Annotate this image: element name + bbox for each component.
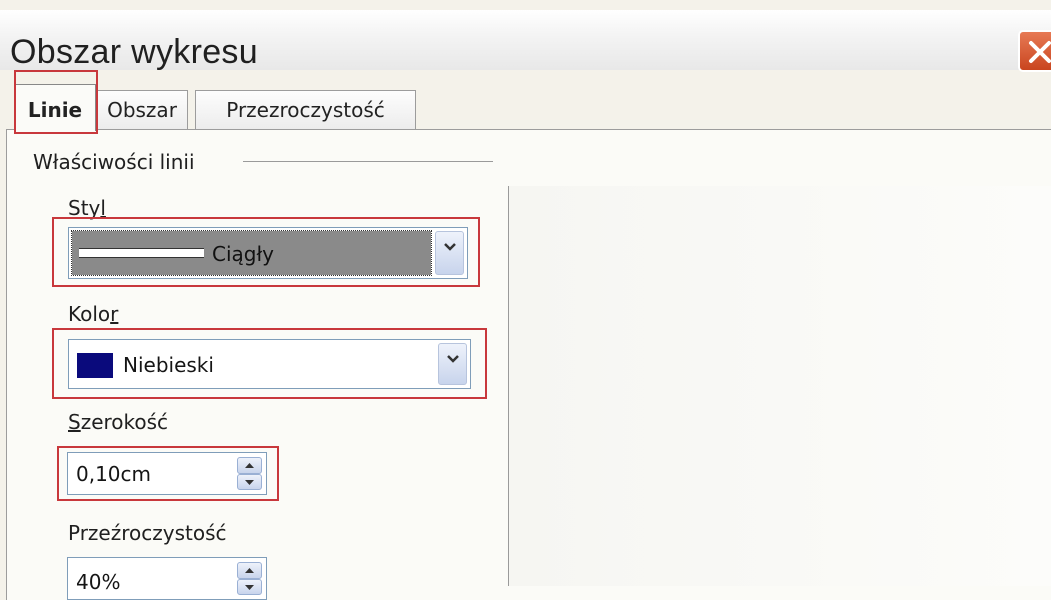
style-dropdown[interactable]: Ciągły <box>68 227 468 279</box>
width-spin-buttons <box>237 457 262 490</box>
tab-przezroczystosc[interactable]: Przezroczystość <box>195 90 416 130</box>
arrow-up-icon <box>245 463 254 468</box>
arrow-up-icon <box>245 568 254 573</box>
tab-przezroczystosc-label: Przezroczystość <box>226 98 385 122</box>
tab-bar: Linie Obszar Przezroczystość <box>0 80 1051 131</box>
color-swatch <box>77 353 113 378</box>
transparency-label: Przeźroczystość <box>68 521 227 545</box>
width-label-mnemonic: S <box>68 410 81 434</box>
style-value: Ciągły <box>212 242 274 266</box>
transparency-spinbox[interactable]: 40% <box>67 557 267 600</box>
color-label-mnemonic: r <box>110 302 119 326</box>
title-bar: Obszar wykresu <box>0 10 1051 72</box>
close-button[interactable] <box>1018 30 1051 72</box>
width-decrement-button[interactable] <box>237 473 262 490</box>
arrow-down-icon <box>245 479 254 485</box>
close-icon <box>1029 41 1051 63</box>
color-dropdown[interactable]: Niebieski <box>68 339 471 389</box>
group-divider <box>243 161 493 162</box>
line-style-preview <box>79 248 204 258</box>
transparency-increment-button[interactable] <box>237 562 262 579</box>
preview-area <box>508 186 1051 586</box>
transparency-value: 40% <box>76 570 121 594</box>
width-value: 0,10cm <box>76 462 152 486</box>
transparency-decrement-button[interactable] <box>237 578 262 595</box>
width-label: Szerokość <box>68 408 168 436</box>
style-dropdown-arrow[interactable] <box>435 231 464 275</box>
width-increment-button[interactable] <box>237 457 262 474</box>
chevron-down-icon <box>444 243 456 251</box>
color-label-text: Kolo <box>68 302 111 326</box>
width-spinbox[interactable]: 0,10cm <box>67 452 267 495</box>
tab-highlight-frame <box>14 70 98 134</box>
transparency-spin-buttons <box>237 562 262 595</box>
color-label: Kolor <box>68 300 118 328</box>
dialog-title: Obszar wykresu <box>10 33 258 71</box>
chevron-down-icon <box>447 355 459 363</box>
arrow-down-icon <box>245 584 254 590</box>
color-value: Niebieski <box>123 353 214 377</box>
tab-obszar[interactable]: Obszar <box>96 90 188 130</box>
width-label-text: zerokość <box>80 410 169 434</box>
group-label-line-properties: Właściwości linii <box>33 150 195 174</box>
color-dropdown-arrow[interactable] <box>438 343 467 385</box>
tab-obszar-label: Obszar <box>107 98 177 122</box>
